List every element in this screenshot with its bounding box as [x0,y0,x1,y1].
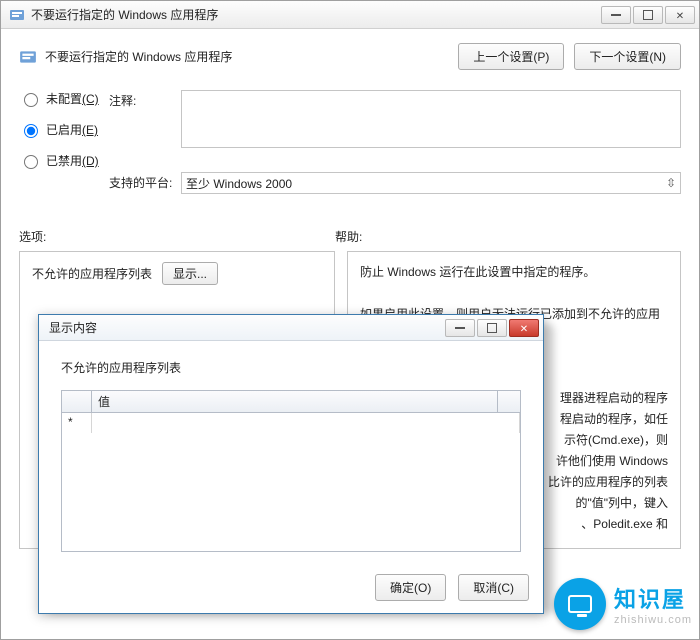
comment-textarea[interactable] [181,90,681,148]
policy-icon [19,48,37,66]
window-controls [601,6,695,24]
dialog-minimize-button[interactable] [445,319,475,337]
watermark-url: zhishiwu.com [614,614,692,626]
config-row: 未配置(C) 已启用(E) 已禁用(D) 注释: 支持的平台: 至少 Windo… [19,90,681,194]
policy-icon [9,7,25,23]
supported-platform-select[interactable]: 至少 Windows 2000 ⇳ [181,172,681,194]
radio-not-configured[interactable]: 未配置(C) [19,90,109,107]
grid-header: 值 [62,391,520,413]
minimize-button[interactable] [601,6,631,24]
dialog-titlebar: 显示内容 [39,315,543,341]
watermark-text: 知识屋 [614,582,692,614]
field-column: 注释: 支持的平台: 至少 Windows 2000 ⇳ [109,90,681,194]
watermark: 知识屋 zhishiwu.com [554,578,692,630]
platform-value: 至少 Windows 2000 [186,175,292,192]
show-contents-dialog: 显示内容 不允许的应用程序列表 值 * 确定(O) 取消(C) [38,314,544,614]
help-text: 防止 Windows 运行在此设置中指定的程序。 [360,262,668,283]
close-button[interactable] [665,6,695,24]
ok-button[interactable]: 确定(O) [375,574,446,601]
cancel-button[interactable]: 取消(C) [458,574,529,601]
chevron-updown-icon: ⇳ [666,176,676,190]
titlebar: 不要运行指定的 Windows 应用程序 [1,1,699,29]
maximize-button[interactable] [633,6,663,24]
window-title: 不要运行指定的 Windows 应用程序 [31,6,601,23]
state-radio-group: 未配置(C) 已启用(E) 已禁用(D) [19,90,109,194]
radio-disabled[interactable]: 已禁用(D) [19,152,109,169]
section-labels: 选项: 帮助: [19,228,681,245]
grid-col-rowheader [62,391,92,412]
dialog-title: 显示内容 [49,319,445,336]
grid-new-row[interactable]: * [62,413,520,433]
grid-col-spacer [498,391,520,412]
show-list-button[interactable]: 显示... [162,262,218,285]
next-setting-button[interactable]: 下一个设置(N) [574,43,681,70]
help-label: 帮助: [335,228,362,245]
dialog-maximize-button[interactable] [477,319,507,337]
dialog-subtitle: 不允许的应用程序列表 [61,359,521,376]
policy-title: 不要运行指定的 Windows 应用程序 [45,48,232,65]
prev-setting-button[interactable]: 上一个设置(P) [458,43,564,70]
dialog-footer: 确定(O) 取消(C) [39,564,543,613]
platform-label: 支持的平台: [109,172,181,191]
new-row-marker: * [62,413,92,433]
comment-label: 注释: [109,90,181,109]
new-row-value-cell[interactable] [92,413,520,433]
watermark-logo-icon [554,578,606,630]
header-row: 不要运行指定的 Windows 应用程序 上一个设置(P) 下一个设置(N) [19,43,681,70]
radio-enabled[interactable]: 已启用(E) [19,121,109,138]
dialog-body: 不允许的应用程序列表 值 * [39,341,543,564]
grid-col-value[interactable]: 值 [92,391,498,412]
disallowed-list-label: 不允许的应用程序列表 [32,265,152,282]
dialog-close-button[interactable] [509,319,539,337]
options-label: 选项: [19,228,335,245]
value-grid[interactable]: 值 * [61,390,521,552]
